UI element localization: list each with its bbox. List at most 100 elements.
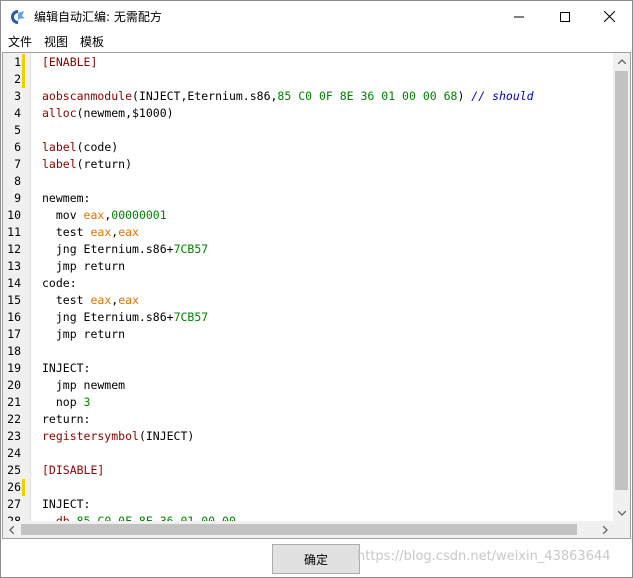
code-token: INJECT: bbox=[42, 361, 91, 375]
menu-template[interactable]: 模板 bbox=[74, 33, 110, 50]
horizontal-scroll-thumb[interactable] bbox=[21, 524, 577, 535]
line-number: 1 bbox=[14, 55, 21, 69]
change-marker bbox=[22, 54, 25, 71]
scroll-down-arrow[interactable] bbox=[613, 505, 630, 522]
code-line: return: bbox=[42, 411, 90, 428]
code-line: [DISABLE] bbox=[42, 462, 104, 479]
code-token: aobscanmodule bbox=[42, 89, 133, 103]
code-token: // should bbox=[471, 89, 534, 103]
code-token: eax bbox=[118, 293, 139, 307]
code-token: (newmem,$1000) bbox=[76, 106, 174, 120]
scroll-up-arrow[interactable] bbox=[613, 53, 630, 70]
code-token: alloc bbox=[42, 106, 77, 120]
line-number: 27 bbox=[7, 497, 21, 511]
code-token: eax bbox=[90, 293, 112, 307]
code-token: [DISABLE] bbox=[42, 463, 105, 477]
code-token: jmp newmem bbox=[42, 378, 126, 392]
line-number: 7 bbox=[14, 157, 21, 171]
code-token: (return) bbox=[76, 157, 133, 171]
line-number: 22 bbox=[7, 412, 21, 426]
close-button[interactable] bbox=[586, 1, 632, 32]
menu-file[interactable]: 文件 bbox=[1, 33, 38, 50]
line-number: 12 bbox=[7, 242, 21, 256]
horizontal-scrollbar[interactable] bbox=[3, 521, 614, 538]
code-token: nop bbox=[42, 395, 84, 409]
line-number: 24 bbox=[7, 446, 21, 460]
code-line: nop 3 bbox=[42, 394, 91, 411]
change-marker bbox=[22, 479, 25, 496]
line-number: 14 bbox=[7, 276, 21, 290]
code-line: alloc(newmem,$1000) bbox=[42, 105, 174, 122]
line-number: 11 bbox=[7, 225, 21, 239]
code-token: label bbox=[42, 157, 77, 171]
code-token: registersymbol bbox=[42, 429, 139, 443]
code-line: test eax,eax bbox=[42, 224, 139, 241]
code-line: aobscanmodule(INJECT,Eternium.s86,85 C0 … bbox=[42, 88, 534, 105]
vertical-scroll-thumb[interactable] bbox=[615, 71, 628, 490]
code-token: test bbox=[42, 225, 91, 239]
code-token: (INJECT) bbox=[138, 429, 195, 443]
window-title: 编辑自动汇编: 无需配方 bbox=[34, 10, 162, 24]
code-line: test eax,eax bbox=[42, 292, 139, 309]
code-token: eax bbox=[118, 225, 139, 239]
code-token: code: bbox=[42, 276, 77, 290]
code-token: eax bbox=[90, 225, 112, 239]
code-token: [ENABLE] bbox=[42, 55, 98, 69]
ok-button[interactable]: 确定 bbox=[272, 544, 360, 574]
code-token: label bbox=[42, 140, 77, 154]
line-number: 19 bbox=[7, 361, 21, 375]
line-number: 16 bbox=[7, 310, 21, 324]
line-number: 3 bbox=[14, 89, 21, 103]
line-number: 4 bbox=[14, 106, 21, 120]
code-line: mov eax,00000001 bbox=[42, 207, 167, 224]
menu-view[interactable]: 视图 bbox=[38, 33, 74, 50]
vertical-scrollbar[interactable] bbox=[613, 53, 630, 522]
scrollbar-corner bbox=[613, 521, 630, 538]
line-number: 25 bbox=[7, 463, 21, 477]
maximize-button[interactable] bbox=[542, 1, 588, 32]
code-token: (INJECT,Eternium.s86, bbox=[132, 89, 278, 103]
line-number: 23 bbox=[7, 429, 21, 443]
code-token: 7CB57 bbox=[173, 310, 209, 324]
code-text-area[interactable]: [ENABLE] aobscanmodule(INJECT,Eternium.s8… bbox=[31, 53, 614, 522]
scroll-right-arrow[interactable] bbox=[597, 521, 614, 538]
code-token: 3 bbox=[83, 395, 91, 409]
code-line: newmem: bbox=[42, 190, 90, 207]
code-line: jmp newmem bbox=[42, 377, 125, 394]
line-number: 9 bbox=[14, 191, 21, 205]
code-line: jng Eternium.s86+7CB57 bbox=[42, 309, 208, 326]
code-line: jng Eternium.s86+7CB57 bbox=[42, 241, 208, 258]
code-line: [ENABLE] bbox=[42, 54, 97, 71]
menu-bar: 文件 视图 模板 bbox=[1, 32, 632, 51]
code-token: (code) bbox=[76, 140, 119, 154]
chevron-up-icon bbox=[617, 59, 626, 64]
line-number: 17 bbox=[7, 327, 21, 341]
close-icon bbox=[603, 11, 615, 22]
line-number: 18 bbox=[7, 344, 21, 358]
code-line: jmp return bbox=[42, 258, 125, 275]
scroll-left-arrow[interactable] bbox=[3, 521, 20, 538]
title-bar[interactable]: 编辑自动汇编: 无需配方 bbox=[1, 1, 632, 32]
code-line: jmp return bbox=[42, 326, 125, 343]
line-number: 21 bbox=[7, 395, 21, 409]
chevron-down-icon bbox=[617, 511, 626, 516]
code-token: ) bbox=[457, 89, 472, 103]
code-line: code: bbox=[42, 275, 77, 292]
code-token: INJECT: bbox=[42, 497, 91, 511]
editor-window: 编辑自动汇编: 无需配方 文件 视图 模板 1 2 3 4 5 6 7 8 9 10 11 12 13 1… bbox=[0, 0, 633, 578]
code-token: jmp return bbox=[42, 259, 126, 273]
code-token: newmem: bbox=[42, 191, 91, 205]
line-number-gutter: 1 2 3 4 5 6 7 8 9 10 11 12 13 14 15 16 17 18 19 20 21 22 23 24 2… bbox=[3, 53, 31, 528]
line-number: 6 bbox=[14, 140, 21, 154]
code-line: label(code) bbox=[42, 139, 118, 156]
line-number: 2 bbox=[14, 72, 21, 86]
code-line: INJECT: bbox=[42, 496, 90, 513]
minimize-button[interactable] bbox=[496, 1, 542, 32]
code-token: eax bbox=[83, 208, 105, 222]
code-editor[interactable]: 1 2 3 4 5 6 7 8 9 10 11 12 13 14 15 16 17 18 19 20 21 22 23 24 2… bbox=[2, 52, 631, 539]
line-number: 10 bbox=[7, 208, 21, 222]
code-token: return: bbox=[42, 412, 91, 426]
line-number: 5 bbox=[14, 123, 21, 137]
code-token: jng Eternium.s86+ bbox=[42, 242, 174, 256]
cheat-engine-icon bbox=[11, 9, 25, 24]
